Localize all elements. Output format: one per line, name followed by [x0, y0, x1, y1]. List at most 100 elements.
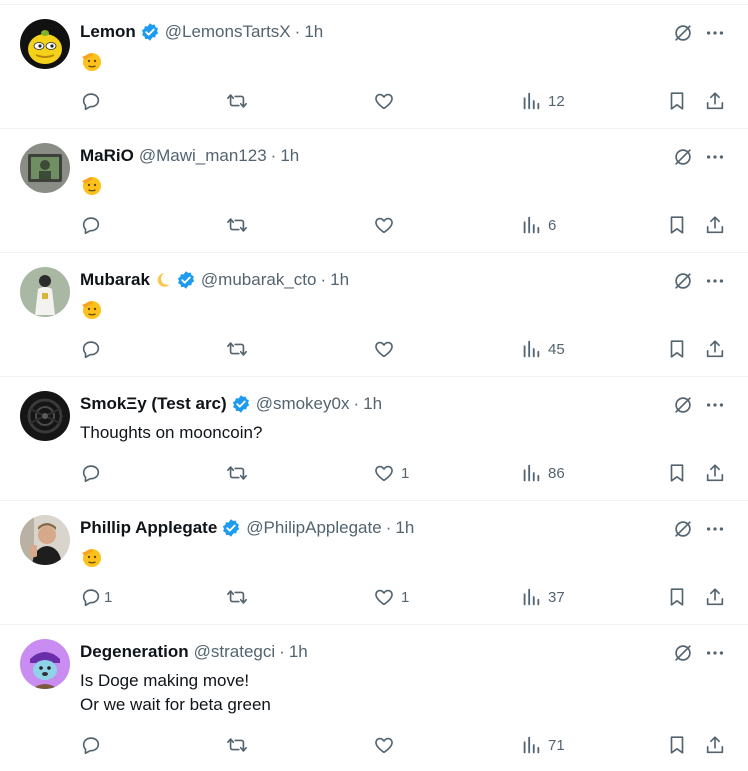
like-button[interactable]: 1 — [373, 585, 409, 609]
like-button[interactable] — [373, 213, 401, 237]
like-button[interactable] — [373, 337, 401, 361]
tweet-header: Mubarak @mubarak_cto · 1h — [80, 269, 349, 291]
tweet[interactable]: Mubarak @mubarak_cto · 1h 45 — [0, 253, 748, 377]
more-options-icon[interactable] — [704, 270, 726, 292]
separator-dot: · — [270, 146, 277, 165]
tweet-header: MaRiO @Mawi_man123 · 1h — [80, 145, 299, 167]
display-name[interactable]: MaRiO — [80, 146, 134, 166]
bookmark-button[interactable] — [666, 461, 688, 485]
user-handle[interactable]: @Mawi_man123 — [139, 146, 267, 166]
user-handle[interactable]: @PhilipApplegate — [246, 518, 381, 538]
reply-icon — [82, 217, 100, 235]
reply-button[interactable] — [80, 461, 108, 485]
timestamp[interactable]: 1h — [395, 518, 414, 538]
user-handle[interactable]: @smokey0x — [256, 394, 350, 414]
like-button[interactable] — [373, 89, 401, 113]
avatar[interactable] — [20, 515, 70, 565]
timestamp[interactable]: 1h — [330, 270, 349, 290]
tweet[interactable]: MaRiO @Mawi_man123 · 1h 6 — [0, 129, 748, 253]
views-button[interactable]: 12 — [520, 89, 565, 113]
timestamp[interactable]: 1h — [289, 642, 308, 662]
view-count: 12 — [548, 92, 565, 110]
retweet-button[interactable] — [226, 89, 248, 113]
avatar[interactable] — [20, 143, 70, 193]
bookmark-button[interactable] — [666, 337, 688, 361]
user-handle[interactable]: @mubarak_cto — [201, 270, 317, 290]
tweet[interactable]: SmokΞy (Test arc) @smokey0x · 1h Thought… — [0, 377, 748, 501]
tweet[interactable]: Degeneration @strategci · 1h Is Doge mak… — [0, 625, 748, 771]
like-button[interactable] — [373, 733, 401, 757]
views-button[interactable]: 86 — [520, 461, 565, 485]
tweet[interactable]: Phillip Applegate @PhilipApplegate · 1h … — [0, 501, 748, 625]
avatar[interactable] — [20, 639, 70, 689]
retweet-icon — [227, 94, 247, 108]
like-count: 1 — [401, 588, 410, 606]
tweet-text: Thoughts on mooncoin? — [80, 421, 262, 445]
bookmark-button[interactable] — [666, 733, 688, 757]
grok-icon[interactable] — [672, 518, 694, 540]
share-button[interactable] — [704, 337, 726, 361]
display-name[interactable]: Degeneration — [80, 642, 189, 662]
bookmark-button[interactable] — [666, 89, 688, 113]
share-icon — [706, 736, 724, 754]
grok-icon[interactable] — [672, 22, 694, 44]
display-name[interactable]: Lemon — [80, 22, 136, 42]
more-options-icon[interactable] — [704, 22, 726, 44]
retweet-button[interactable] — [226, 585, 248, 609]
heart-icon — [375, 93, 393, 110]
share-button[interactable] — [704, 585, 726, 609]
share-icon — [706, 464, 724, 482]
reply-icon — [82, 93, 100, 111]
views-chart-icon — [523, 92, 540, 110]
reply-icon — [82, 465, 100, 483]
reply-button[interactable] — [80, 337, 108, 361]
reply-button[interactable] — [80, 733, 108, 757]
retweet-button[interactable] — [226, 337, 248, 361]
avatar[interactable] — [20, 267, 70, 317]
share-button[interactable] — [704, 733, 726, 757]
avatar[interactable] — [20, 19, 70, 69]
more-options-icon[interactable] — [704, 642, 726, 664]
crescent-moon-emoji-icon — [154, 271, 172, 289]
bookmark-icon — [670, 464, 684, 482]
timestamp[interactable]: 1h — [280, 146, 299, 166]
timestamp[interactable]: 1h — [363, 394, 382, 414]
user-handle[interactable]: @LemonsTartsX — [165, 22, 291, 42]
views-button[interactable]: 37 — [520, 585, 565, 609]
grok-icon[interactable] — [672, 394, 694, 416]
retweet-button[interactable] — [226, 213, 248, 237]
views-button[interactable]: 45 — [520, 337, 565, 361]
grok-icon[interactable] — [672, 270, 694, 292]
avatar[interactable] — [20, 391, 70, 441]
bookmark-button[interactable] — [666, 585, 688, 609]
display-name[interactable]: Mubarak — [80, 270, 150, 290]
views-button[interactable]: 6 — [520, 213, 556, 237]
heart-icon — [375, 341, 393, 358]
user-handle[interactable]: @strategci — [194, 642, 276, 662]
retweet-icon — [227, 590, 247, 604]
retweet-button[interactable] — [226, 733, 248, 757]
retweet-button[interactable] — [226, 461, 248, 485]
like-button[interactable]: 1 — [373, 461, 409, 485]
more-options-icon[interactable] — [704, 394, 726, 416]
share-button[interactable] — [704, 89, 726, 113]
bookmark-icon — [670, 736, 684, 754]
tweet-header: Lemon @LemonsTartsX · 1h — [80, 21, 323, 43]
grok-icon[interactable] — [672, 146, 694, 168]
more-options-icon[interactable] — [704, 146, 726, 168]
reply-button[interactable]: 1 — [80, 585, 112, 609]
share-button[interactable] — [704, 213, 726, 237]
tweet[interactable]: Lemon @LemonsTartsX · 1h 12 — [0, 5, 748, 129]
more-options-icon[interactable] — [704, 518, 726, 540]
display-name[interactable]: Phillip Applegate — [80, 518, 217, 538]
tweet-text-line: Or we wait for beta green — [80, 695, 271, 714]
reply-button[interactable] — [80, 213, 108, 237]
grok-icon[interactable] — [672, 642, 694, 664]
display-name[interactable]: SmokΞy (Test arc) — [80, 394, 227, 414]
timestamp[interactable]: 1h — [304, 22, 323, 42]
bookmark-button[interactable] — [666, 213, 688, 237]
reply-button[interactable] — [80, 89, 108, 113]
share-button[interactable] — [704, 461, 726, 485]
view-count: 71 — [548, 736, 565, 754]
views-button[interactable]: 71 — [520, 733, 565, 757]
